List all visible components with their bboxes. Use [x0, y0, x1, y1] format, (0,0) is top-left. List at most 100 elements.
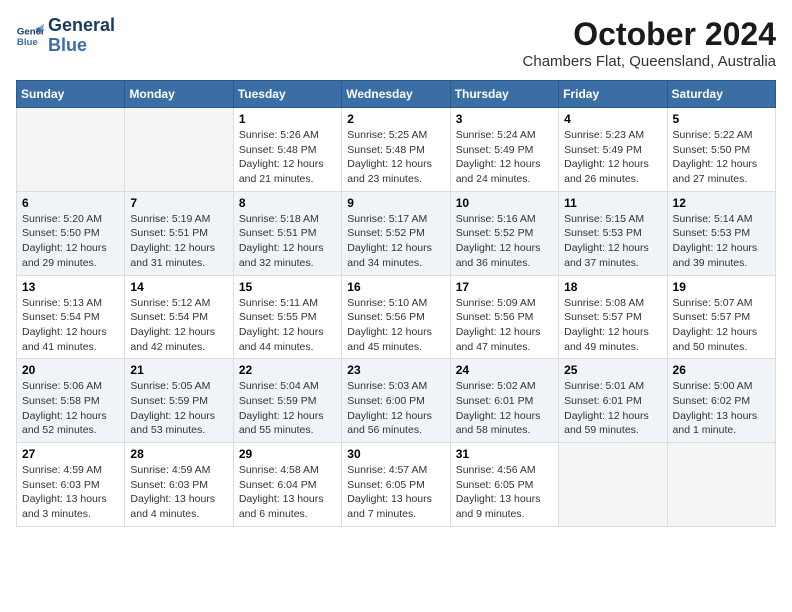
day-number: 2	[347, 112, 444, 126]
calendar-day-cell	[559, 443, 667, 527]
calendar-day-cell: 15 Sunrise: 5:11 AM Sunset: 5:55 PM Dayli…	[233, 275, 341, 359]
calendar-header-sunday: Sunday	[17, 81, 125, 108]
day-number: 11	[564, 196, 661, 210]
day-info: Sunrise: 5:24 AM Sunset: 5:49 PM Dayligh…	[456, 128, 553, 187]
day-number: 31	[456, 447, 553, 461]
logo: General Blue General Blue	[16, 16, 115, 56]
day-number: 18	[564, 280, 661, 294]
day-number: 16	[347, 280, 444, 294]
day-info: Sunrise: 5:08 AM Sunset: 5:57 PM Dayligh…	[564, 296, 661, 355]
day-number: 8	[239, 196, 336, 210]
day-info: Sunrise: 5:11 AM Sunset: 5:55 PM Dayligh…	[239, 296, 336, 355]
day-number: 23	[347, 363, 444, 377]
calendar-header-thursday: Thursday	[450, 81, 558, 108]
day-number: 15	[239, 280, 336, 294]
calendar-header-saturday: Saturday	[667, 81, 775, 108]
logo-line1: General	[48, 16, 115, 36]
calendar-day-cell: 9Sunrise: 5:17 AM Sunset: 5:52 PM Daylig…	[342, 191, 450, 275]
day-number: 6	[22, 196, 119, 210]
calendar-day-cell: 6 Sunrise: 5:20 AM Sunset: 5:50 PM Daylig…	[17, 191, 125, 275]
day-number: 17	[456, 280, 553, 294]
day-number: 20	[22, 363, 119, 377]
day-info: Sunrise: 5:03 AM Sunset: 6:00 PM Dayligh…	[347, 379, 444, 438]
calendar-day-cell: 7 Sunrise: 5:19 AM Sunset: 5:51 PM Daylig…	[125, 191, 233, 275]
calendar-header-row: SundayMondayTuesdayWednesdayThursdayFrid…	[17, 81, 776, 108]
day-info: Sunrise: 5:19 AM Sunset: 5:51 PM Dayligh…	[130, 212, 227, 271]
calendar-day-cell: 23 Sunrise: 5:03 AM Sunset: 6:00 PM Dayli…	[342, 359, 450, 443]
day-info: Sunrise: 5:16 AM Sunset: 5:52 PM Dayligh…	[456, 212, 553, 271]
day-info: Sunrise: 4:56 AM Sunset: 6:05 PM Dayligh…	[456, 463, 553, 522]
calendar-day-cell: 25Sunrise: 5:01 AM Sunset: 6:01 PM Dayli…	[559, 359, 667, 443]
calendar-header-tuesday: Tuesday	[233, 81, 341, 108]
calendar-day-cell: 20 Sunrise: 5:06 AM Sunset: 5:58 PM Dayli…	[17, 359, 125, 443]
page-subtitle: Chambers Flat, Queensland, Australia	[523, 53, 776, 70]
day-number: 7	[130, 196, 227, 210]
day-info: Sunrise: 5:06 AM Sunset: 5:58 PM Dayligh…	[22, 379, 119, 438]
calendar-day-cell: 17 Sunrise: 5:09 AM Sunset: 5:56 PM Dayli…	[450, 275, 558, 359]
calendar-day-cell: 2 Sunrise: 5:25 AM Sunset: 5:48 PM Daylig…	[342, 108, 450, 192]
day-number: 13	[22, 280, 119, 294]
day-info: Sunrise: 5:10 AM Sunset: 5:56 PM Dayligh…	[347, 296, 444, 355]
calendar-day-cell: 13 Sunrise: 5:13 AM Sunset: 5:54 PM Dayli…	[17, 275, 125, 359]
calendar-day-cell: 19 Sunrise: 5:07 AM Sunset: 5:57 PM Dayli…	[667, 275, 775, 359]
calendar-day-cell: 27Sunrise: 4:59 AM Sunset: 6:03 PM Dayli…	[17, 443, 125, 527]
svg-text:Blue: Blue	[17, 37, 38, 48]
calendar-day-cell: 24Sunrise: 5:02 AM Sunset: 6:01 PM Dayli…	[450, 359, 558, 443]
calendar-day-cell: 30Sunrise: 4:57 AM Sunset: 6:05 PM Dayli…	[342, 443, 450, 527]
calendar-day-cell: 14Sunrise: 5:12 AM Sunset: 5:54 PM Dayli…	[125, 275, 233, 359]
day-info: Sunrise: 5:26 AM Sunset: 5:48 PM Dayligh…	[239, 128, 336, 187]
calendar-day-cell	[17, 108, 125, 192]
calendar-week-row: 27Sunrise: 4:59 AM Sunset: 6:03 PM Dayli…	[17, 443, 776, 527]
day-number: 1	[239, 112, 336, 126]
day-number: 12	[673, 196, 770, 210]
day-info: Sunrise: 5:23 AM Sunset: 5:49 PM Dayligh…	[564, 128, 661, 187]
calendar-day-cell: 10Sunrise: 5:16 AM Sunset: 5:52 PM Dayli…	[450, 191, 558, 275]
page-header: General Blue General Blue October 2024 C…	[16, 16, 776, 70]
calendar-day-cell	[125, 108, 233, 192]
day-info: Sunrise: 4:59 AM Sunset: 6:03 PM Dayligh…	[22, 463, 119, 522]
calendar-header-monday: Monday	[125, 81, 233, 108]
calendar-week-row: 20 Sunrise: 5:06 AM Sunset: 5:58 PM Dayli…	[17, 359, 776, 443]
day-number: 29	[239, 447, 336, 461]
day-info: Sunrise: 5:09 AM Sunset: 5:56 PM Dayligh…	[456, 296, 553, 355]
day-info: Sunrise: 5:14 AM Sunset: 5:53 PM Dayligh…	[673, 212, 770, 271]
day-number: 28	[130, 447, 227, 461]
day-number: 19	[673, 280, 770, 294]
day-info: Sunrise: 5:13 AM Sunset: 5:54 PM Dayligh…	[22, 296, 119, 355]
day-number: 30	[347, 447, 444, 461]
day-number: 26	[673, 363, 770, 377]
calendar-day-cell: 3 Sunrise: 5:24 AM Sunset: 5:49 PM Daylig…	[450, 108, 558, 192]
day-number: 22	[239, 363, 336, 377]
calendar-day-cell: 5 Sunrise: 5:22 AM Sunset: 5:50 PM Daylig…	[667, 108, 775, 192]
calendar-day-cell: 22 Sunrise: 5:04 AM Sunset: 5:59 PM Dayli…	[233, 359, 341, 443]
title-block: October 2024 Chambers Flat, Queensland, …	[523, 16, 776, 70]
calendar-header-wednesday: Wednesday	[342, 81, 450, 108]
calendar-day-cell: 18 Sunrise: 5:08 AM Sunset: 5:57 PM Dayli…	[559, 275, 667, 359]
calendar-day-cell: 29Sunrise: 4:58 AM Sunset: 6:04 PM Dayli…	[233, 443, 341, 527]
day-number: 21	[130, 363, 227, 377]
day-info: Sunrise: 5:22 AM Sunset: 5:50 PM Dayligh…	[673, 128, 770, 187]
day-info: Sunrise: 5:20 AM Sunset: 5:50 PM Dayligh…	[22, 212, 119, 271]
calendar-day-cell: 12 Sunrise: 5:14 AM Sunset: 5:53 PM Dayli…	[667, 191, 775, 275]
day-number: 9	[347, 196, 444, 210]
day-number: 14	[130, 280, 227, 294]
day-info: Sunrise: 4:59 AM Sunset: 6:03 PM Dayligh…	[130, 463, 227, 522]
day-number: 25	[564, 363, 661, 377]
day-info: Sunrise: 5:25 AM Sunset: 5:48 PM Dayligh…	[347, 128, 444, 187]
day-number: 5	[673, 112, 770, 126]
day-info: Sunrise: 5:05 AM Sunset: 5:59 PM Dayligh…	[130, 379, 227, 438]
day-number: 24	[456, 363, 553, 377]
day-info: Sunrise: 5:07 AM Sunset: 5:57 PM Dayligh…	[673, 296, 770, 355]
logo-icon: General Blue	[16, 22, 44, 50]
day-number: 3	[456, 112, 553, 126]
logo-text: General Blue	[48, 16, 115, 56]
calendar-day-cell: 1 Sunrise: 5:26 AM Sunset: 5:48 PM Daylig…	[233, 108, 341, 192]
calendar-week-row: 1 Sunrise: 5:26 AM Sunset: 5:48 PM Daylig…	[17, 108, 776, 192]
day-info: Sunrise: 5:04 AM Sunset: 5:59 PM Dayligh…	[239, 379, 336, 438]
calendar-table: SundayMondayTuesdayWednesdayThursdayFrid…	[16, 80, 776, 527]
day-number: 4	[564, 112, 661, 126]
logo-line2: Blue	[48, 36, 115, 56]
calendar-day-cell: 28 Sunrise: 4:59 AM Sunset: 6:03 PM Dayli…	[125, 443, 233, 527]
day-info: Sunrise: 5:18 AM Sunset: 5:51 PM Dayligh…	[239, 212, 336, 271]
calendar-day-cell: 31 Sunrise: 4:56 AM Sunset: 6:05 PM Dayli…	[450, 443, 558, 527]
